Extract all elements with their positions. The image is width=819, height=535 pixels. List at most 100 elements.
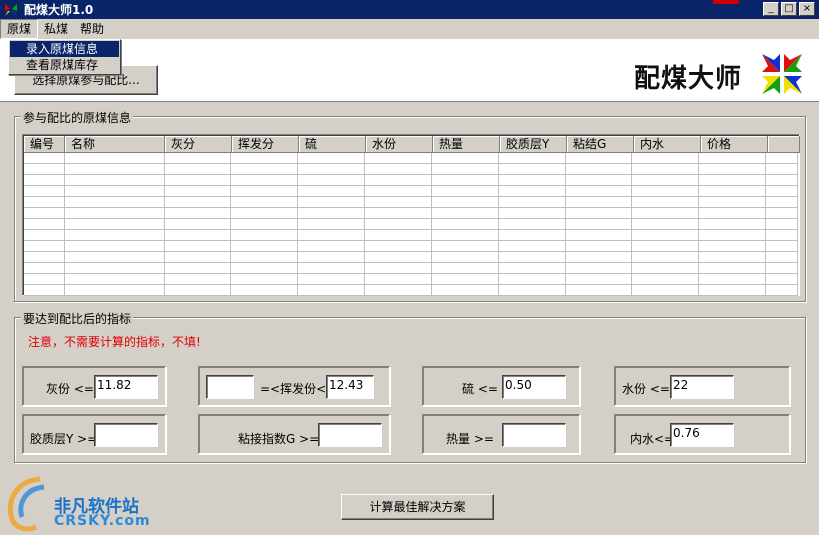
table-cell[interactable] — [231, 164, 299, 175]
table-cell[interactable] — [298, 153, 366, 164]
table-cell[interactable] — [699, 197, 767, 208]
table-cell[interactable] — [632, 230, 700, 241]
menu-private-coal[interactable]: 私煤 — [38, 19, 74, 39]
table-cell[interactable] — [699, 230, 767, 241]
table-cell[interactable] — [298, 285, 366, 296]
table-cell[interactable] — [498, 274, 566, 285]
table-cell[interactable] — [64, 241, 165, 252]
col-header-id[interactable]: 编号 — [24, 136, 65, 153]
table-cell[interactable] — [699, 241, 767, 252]
table-cell[interactable] — [164, 186, 232, 197]
table-cell[interactable] — [699, 186, 767, 197]
table-cell[interactable] — [365, 153, 432, 164]
coal-grid[interactable]: 编号 名称 灰分 挥发分 硫 水份 热量 胶质层Y 粘结G 内水 价格 — [22, 134, 800, 296]
col-header-heat[interactable]: 热量 — [433, 136, 500, 153]
table-cell[interactable] — [64, 197, 165, 208]
table-cell[interactable] — [231, 241, 299, 252]
table-cell[interactable] — [766, 186, 798, 197]
table-cell[interactable] — [766, 230, 798, 241]
moisture-input[interactable]: 22 — [670, 375, 734, 399]
table-cell[interactable] — [164, 175, 232, 186]
table-cell[interactable] — [231, 219, 299, 230]
caking-input[interactable] — [318, 423, 382, 447]
table-cell[interactable] — [164, 197, 232, 208]
table-cell[interactable] — [24, 208, 65, 219]
table-cell[interactable] — [699, 252, 767, 263]
table-cell[interactable] — [498, 252, 566, 263]
table-cell[interactable] — [298, 186, 366, 197]
table-cell[interactable] — [24, 219, 65, 230]
table-cell[interactable] — [699, 219, 767, 230]
table-cell[interactable] — [24, 241, 65, 252]
table-cell[interactable] — [298, 263, 366, 274]
table-cell[interactable] — [164, 274, 232, 285]
table-cell[interactable] — [766, 208, 798, 219]
table-cell[interactable] — [498, 263, 566, 274]
col-header-ash[interactable]: 灰分 — [165, 136, 232, 153]
colloid-input[interactable] — [94, 423, 158, 447]
volatile-min-input[interactable] — [206, 375, 254, 399]
table-cell[interactable] — [431, 164, 499, 175]
close-button[interactable]: × — [799, 2, 815, 16]
table-cell[interactable] — [64, 153, 165, 164]
table-cell[interactable] — [298, 274, 366, 285]
table-cell[interactable] — [164, 208, 232, 219]
table-cell[interactable] — [498, 153, 566, 164]
table-cell[interactable] — [632, 241, 700, 252]
table-cell[interactable] — [164, 219, 232, 230]
table-cell[interactable] — [365, 186, 432, 197]
table-cell[interactable] — [632, 263, 700, 274]
table-cell[interactable] — [699, 164, 767, 175]
table-cell[interactable] — [632, 285, 700, 296]
table-cell[interactable] — [24, 274, 65, 285]
table-cell[interactable] — [24, 197, 65, 208]
col-header-volatile[interactable]: 挥发分 — [232, 136, 299, 153]
table-cell[interactable] — [231, 208, 299, 219]
table-cell[interactable] — [231, 285, 299, 296]
table-cell[interactable] — [365, 241, 432, 252]
table-cell[interactable] — [431, 175, 499, 186]
table-cell[interactable] — [24, 164, 65, 175]
col-header-colloid[interactable]: 胶质层Y — [500, 136, 567, 153]
table-cell[interactable] — [365, 252, 432, 263]
table-cell[interactable] — [164, 241, 232, 252]
table-cell[interactable] — [431, 153, 499, 164]
table-cell[interactable] — [298, 230, 366, 241]
table-cell[interactable] — [632, 153, 700, 164]
table-cell[interactable] — [766, 197, 798, 208]
heat-input[interactable] — [502, 423, 566, 447]
table-cell[interactable] — [632, 186, 700, 197]
table-cell[interactable] — [231, 175, 299, 186]
table-cell[interactable] — [298, 197, 366, 208]
col-header-moisture[interactable]: 水份 — [366, 136, 433, 153]
table-cell[interactable] — [164, 252, 232, 263]
table-cell[interactable] — [298, 241, 366, 252]
table-cell[interactable] — [431, 197, 499, 208]
table-cell[interactable] — [632, 208, 700, 219]
table-cell[interactable] — [231, 186, 299, 197]
table-cell[interactable] — [498, 175, 566, 186]
table-cell[interactable] — [365, 219, 432, 230]
table-cell[interactable] — [431, 230, 499, 241]
table-cell[interactable] — [365, 274, 432, 285]
table-cell[interactable] — [24, 186, 65, 197]
table-cell[interactable] — [632, 252, 700, 263]
menu-entry-input-coal[interactable]: 录入原煤信息 — [10, 41, 119, 57]
table-cell[interactable] — [766, 241, 798, 252]
table-cell[interactable] — [431, 219, 499, 230]
table-cell[interactable] — [365, 197, 432, 208]
table-cell[interactable] — [498, 164, 566, 175]
table-cell[interactable] — [24, 285, 65, 296]
col-header-caking[interactable]: 粘结G — [567, 136, 634, 153]
table-cell[interactable] — [431, 241, 499, 252]
table-cell[interactable] — [164, 164, 232, 175]
table-cell[interactable] — [565, 263, 633, 274]
table-cell[interactable] — [565, 252, 633, 263]
table-cell[interactable] — [164, 263, 232, 274]
table-cell[interactable] — [766, 164, 798, 175]
table-cell[interactable] — [298, 175, 366, 186]
table-cell[interactable] — [699, 285, 767, 296]
table-cell[interactable] — [231, 197, 299, 208]
menu-help[interactable]: 帮助 — [74, 19, 110, 39]
table-cell[interactable] — [64, 263, 165, 274]
